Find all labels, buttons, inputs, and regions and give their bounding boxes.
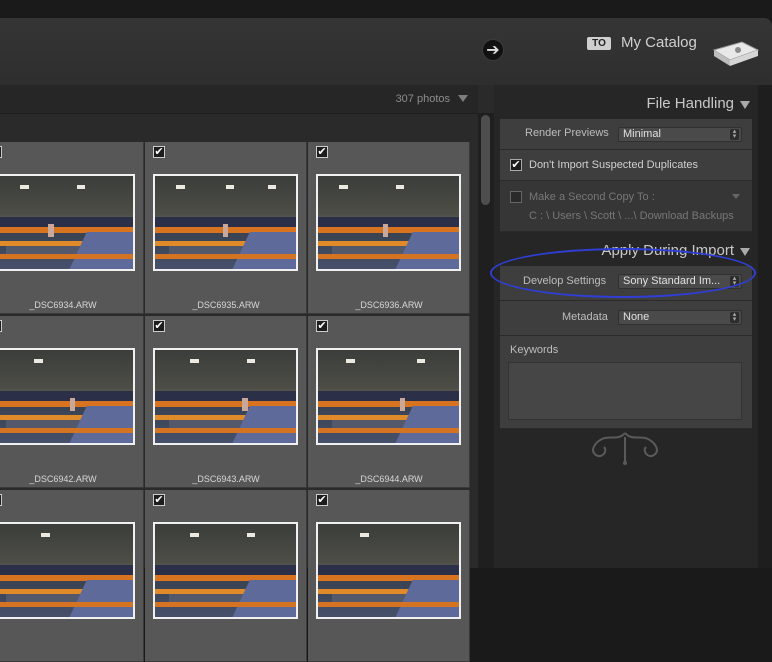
keywords-label: Keywords	[510, 344, 559, 356]
panel-scrollbar[interactable]	[758, 85, 772, 568]
to-badge: TO	[587, 37, 611, 50]
photo-grid: 307 photos ✔ _DSC6934.ARW ✔ _DSC6935.ARW…	[0, 85, 494, 662]
chevron-down-icon[interactable]	[458, 95, 468, 102]
checkbox[interactable]: ✔	[316, 494, 328, 506]
photo-thumbnail[interactable]	[153, 174, 298, 271]
stepper-icon: ▴ ▾	[730, 128, 739, 140]
checkbox[interactable]: ✔	[153, 320, 165, 332]
stepper-icon: ▴ ▾	[730, 311, 739, 323]
photo-filename: _DSC6934.ARW	[29, 300, 97, 310]
photo-cell[interactable]: ✔ _DSC6943.ARW	[145, 316, 307, 488]
checkbox[interactable]: ✔	[153, 146, 165, 158]
import-header	[0, 18, 772, 85]
photo-cell[interactable]: ✔ _DSC6944.ARW	[308, 316, 470, 488]
photo-filename: _DSC6944.ARW	[355, 474, 423, 484]
photo-thumbnail[interactable]	[0, 174, 135, 271]
photo-thumbnail[interactable]	[153, 522, 298, 619]
metadata-select[interactable]: None ▴ ▾	[618, 310, 742, 325]
second-copy-row: Make a Second Copy To : C : \ Users \ Sc…	[500, 181, 752, 232]
photo-thumbnail[interactable]	[153, 348, 298, 445]
photo-count: 307 photos	[395, 93, 450, 105]
photo-thumbnail[interactable]	[0, 348, 135, 445]
photo-cell[interactable]: ✔	[145, 490, 307, 662]
keywords-row: Keywords	[500, 336, 752, 429]
photo-cell[interactable]: ✔	[0, 490, 144, 662]
import-options-panel: File Handling Render Previews Minimal ▴ ▾…	[494, 85, 772, 568]
checkbox[interactable]: ✔	[0, 146, 2, 158]
checkbox[interactable]: ✔	[316, 146, 328, 158]
scrollbar-thumb[interactable]	[481, 115, 490, 205]
photo-thumbnail[interactable]	[316, 174, 461, 271]
dont-import-duplicates-checkbox[interactable]: ✔	[510, 159, 522, 171]
photo-cell[interactable]: ✔	[308, 490, 470, 662]
duplicates-row: ✔ Don't Import Suspected Duplicates	[500, 150, 752, 181]
grid-scrollbar[interactable]	[478, 113, 494, 568]
annotation-ellipse	[490, 248, 756, 298]
collapse-triangle-icon[interactable]	[740, 101, 750, 109]
catalog-name[interactable]: My Catalog	[621, 34, 697, 51]
arrow-right-icon[interactable]: ➔	[482, 39, 504, 61]
second-copy-path: C : \ Users \ Scott \ ...\ Download Back…	[529, 210, 734, 222]
checkbox[interactable]: ✔	[0, 494, 2, 506]
ornament-icon	[592, 432, 658, 465]
photo-filename: _DSC6935.ARW	[192, 300, 260, 310]
grid-toolbar: 307 photos	[0, 85, 478, 114]
section-title: File Handling	[646, 95, 734, 112]
photo-thumbnail[interactable]	[316, 522, 461, 619]
checkbox[interactable]: ✔	[153, 494, 165, 506]
second-copy-checkbox[interactable]	[510, 191, 522, 203]
chevron-down-icon[interactable]	[732, 194, 740, 199]
collapse-triangle-icon[interactable]	[740, 248, 750, 256]
photo-filename: _DSC6936.ARW	[355, 300, 423, 310]
second-copy-label: Make a Second Copy To :	[529, 191, 655, 203]
render-previews-label: Render Previews	[525, 127, 609, 139]
photo-cell[interactable]: ✔ _DSC6942.ARW	[0, 316, 144, 488]
render-previews-row: Render Previews Minimal ▴ ▾	[500, 119, 752, 150]
checkbox[interactable]: ✔	[0, 320, 2, 332]
render-previews-select[interactable]: Minimal ▴ ▾	[618, 127, 742, 142]
metadata-row: Metadata None ▴ ▾	[500, 301, 752, 336]
hard-drive-icon	[712, 41, 760, 66]
photo-cell[interactable]: ✔ _DSC6935.ARW	[145, 142, 307, 314]
file-handling-header[interactable]: File Handling	[494, 89, 756, 119]
metadata-label: Metadata	[562, 311, 608, 323]
photo-filename: _DSC6943.ARW	[192, 474, 260, 484]
checkbox[interactable]: ✔	[316, 320, 328, 332]
dont-import-duplicates-label: Don't Import Suspected Duplicates	[529, 159, 699, 171]
photo-thumbnail[interactable]	[0, 522, 135, 619]
keywords-input[interactable]	[508, 362, 742, 420]
photo-filename: _DSC6942.ARW	[29, 474, 97, 484]
photo-cell[interactable]: ✔ _DSC6934.ARW	[0, 142, 144, 314]
photo-cell[interactable]: ✔ _DSC6936.ARW	[308, 142, 470, 314]
photo-thumbnail[interactable]	[316, 348, 461, 445]
